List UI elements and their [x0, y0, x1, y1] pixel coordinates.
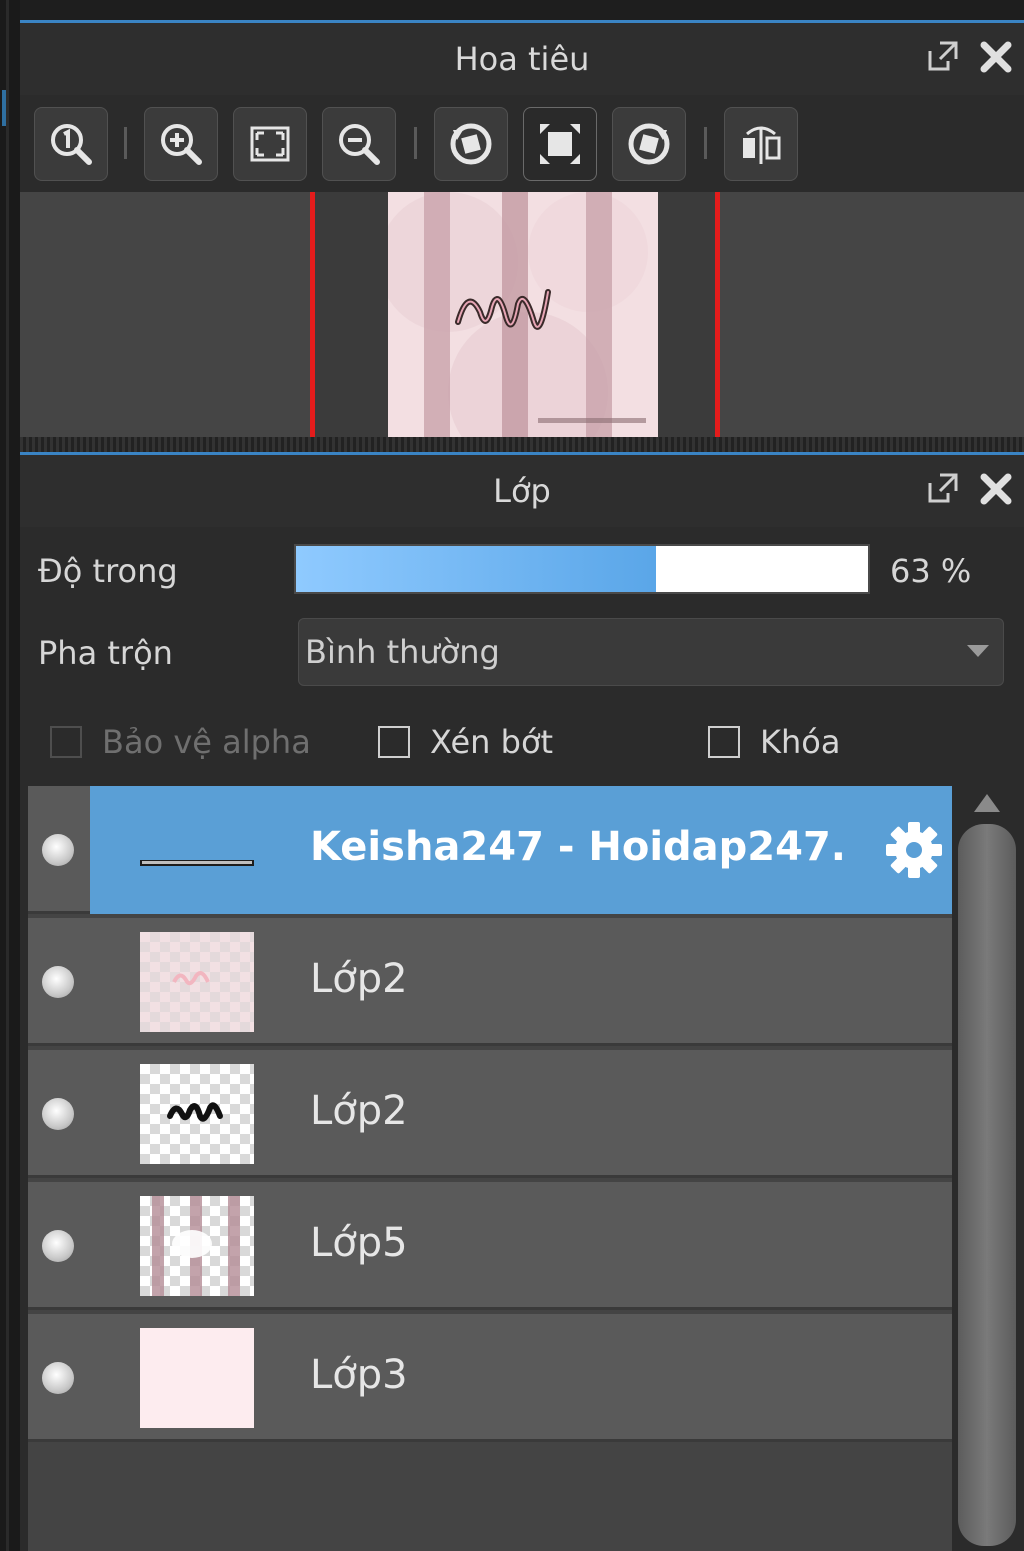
popout-icon[interactable] — [924, 471, 960, 507]
opacity-slider[interactable] — [294, 544, 870, 594]
clipping-label: Xén bớt — [430, 723, 554, 761]
lock-box — [708, 726, 740, 758]
navigator-preview[interactable] — [20, 192, 1024, 437]
blend-mode-select[interactable]: Bình thường — [298, 618, 1004, 686]
zoom-out-button[interactable] — [322, 107, 396, 181]
visibility-icon[interactable] — [42, 966, 74, 998]
clipping-box — [378, 726, 410, 758]
layer-row[interactable]: Lớp3 — [28, 1314, 952, 1442]
layers-title: Lớp — [493, 472, 551, 510]
clipping-checkbox[interactable]: Xén bớt — [378, 722, 553, 762]
layer-thumbnail — [140, 1196, 254, 1296]
layer-row[interactable]: Lớp2 — [28, 1050, 952, 1178]
layer-thumbnail — [140, 1064, 254, 1164]
dock-splitter[interactable] — [6, 0, 9, 1551]
flip-horizontal-icon — [743, 126, 781, 164]
panel-resize-grip[interactable] — [20, 437, 1024, 453]
rotate-left-icon — [450, 123, 492, 165]
zoom-in-icon — [161, 124, 202, 165]
viewport-frame-right — [715, 192, 720, 437]
layer-name: Lớp2 — [310, 1088, 408, 1134]
layer-thumbnail — [140, 932, 254, 1032]
zoom-actual-button[interactable] — [34, 107, 108, 181]
layer-row[interactable]: Lớp5 — [28, 1182, 952, 1310]
layer-thumbnail — [140, 860, 254, 866]
layer-thumbnail — [140, 1328, 254, 1428]
zoom-out-icon — [339, 124, 380, 165]
visibility-icon[interactable] — [42, 1362, 74, 1394]
flip-horizontal-button[interactable] — [724, 107, 798, 181]
reset-view-button[interactable] — [523, 107, 597, 181]
close-icon[interactable] — [978, 39, 1014, 75]
visibility-icon[interactable] — [42, 834, 74, 866]
protect-alpha-label: Bảo vệ alpha — [102, 723, 311, 761]
scroll-up-icon[interactable] — [974, 794, 1000, 812]
blend-mode-label: Pha trộn — [38, 634, 173, 672]
lock-checkbox[interactable]: Khóa — [708, 722, 840, 762]
canvas-thumbnail-image — [388, 192, 658, 437]
opacity-slider-fill — [296, 546, 657, 592]
layers-header: Lớp — [20, 452, 1024, 527]
dock-accent — [2, 90, 6, 126]
blend-mode-value: Bình thường — [305, 633, 500, 671]
layer-list-scrollbar[interactable] — [958, 786, 1016, 1551]
gear-icon[interactable] — [884, 820, 944, 880]
lock-label: Khóa — [760, 723, 841, 761]
toolbar-separator — [414, 127, 417, 159]
popout-icon[interactable] — [924, 39, 960, 75]
chevron-down-icon — [967, 645, 989, 657]
visibility-icon[interactable] — [42, 1230, 74, 1262]
scrollbar-thumb[interactable] — [958, 824, 1016, 1546]
viewport-frame-left — [310, 192, 315, 437]
opacity-label: Độ trong — [38, 552, 178, 590]
protect-alpha-box — [50, 726, 82, 758]
toolbar-separator — [124, 127, 127, 159]
opacity-value: 63 % — [890, 552, 972, 590]
layer-row[interactable]: Lớp2 — [28, 918, 952, 1046]
zoom-in-button[interactable] — [144, 107, 218, 181]
layer-name: Lớp3 — [310, 1352, 408, 1398]
navigator-header: Hoa tiêu — [20, 20, 1024, 95]
rotate-right-icon — [628, 123, 670, 165]
rotate-left-button[interactable] — [434, 107, 508, 181]
dock-edge — [0, 0, 20, 1551]
visibility-icon[interactable] — [42, 1098, 74, 1130]
navigator-toolbar — [20, 95, 1024, 195]
fit-screen-icon — [250, 126, 290, 162]
layer-name: Lớp5 — [310, 1220, 408, 1266]
navigator-panel: Hoa tiêu — [20, 20, 1024, 453]
rotate-right-button[interactable] — [612, 107, 686, 181]
layers-panel: Lớp Độ trong 63 % Pha trộn Bình thường B… — [20, 452, 1024, 1551]
fit-window-button[interactable] — [233, 107, 307, 181]
layer-row-selected[interactable]: Keisha247 - Hoidap247. — [28, 786, 952, 914]
reset-view-icon — [540, 124, 580, 164]
layer-name: Lớp2 — [310, 956, 408, 1002]
protect-alpha-checkbox[interactable]: Bảo vệ alpha — [50, 722, 311, 762]
layer-name: Keisha247 - Hoidap247. — [310, 824, 846, 870]
toolbar-separator — [704, 127, 707, 159]
layer-list: Keisha247 - Hoidap247. Lớp2 Lớp2 Lớp5 Lớ… — [28, 786, 952, 1551]
zoom-100-icon — [51, 124, 92, 165]
navigator-title: Hoa tiêu — [454, 40, 590, 78]
close-icon[interactable] — [978, 471, 1014, 507]
